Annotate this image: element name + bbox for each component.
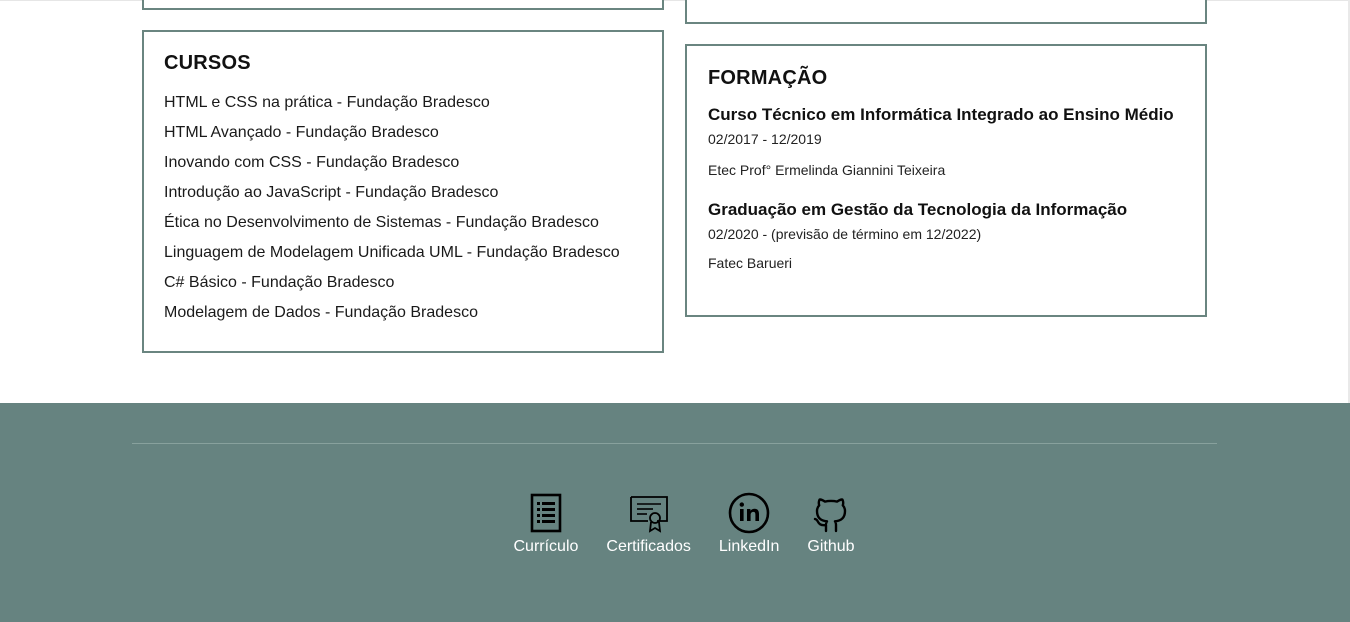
footer-links: Currículo Certificados LinkedIn Github bbox=[0, 491, 1350, 556]
course-item: HTML e CSS na prática - Fundação Bradesc… bbox=[164, 94, 490, 111]
curriculo-label: Currículo bbox=[513, 538, 579, 555]
linkedin-label: LinkedIn bbox=[718, 538, 780, 555]
formacao-heading: FORMAÇÃO bbox=[708, 67, 828, 89]
document-icon bbox=[524, 491, 568, 535]
footer: Currículo Certificados LinkedIn Github bbox=[0, 403, 1350, 622]
course-item: Ética no Desenvolvimento de Sistemas - F… bbox=[164, 214, 599, 231]
education-period: 02/2017 - 12/2019 bbox=[708, 131, 822, 147]
linkedin-link[interactable]: LinkedIn bbox=[718, 491, 780, 556]
course-item: Modelagem de Dados - Fundação Bradesco bbox=[164, 304, 478, 321]
formacao-card: FORMAÇÃO Curso Técnico em Informática In… bbox=[685, 44, 1207, 317]
previous-card-left bbox=[142, 0, 664, 10]
cursos-heading: CURSOS bbox=[164, 52, 251, 74]
certificate-icon bbox=[627, 491, 671, 535]
certificados-link[interactable]: Certificados bbox=[606, 491, 691, 556]
course-item: Linguagem de Modelagem Unificada UML - F… bbox=[164, 244, 620, 261]
github-label: Github bbox=[807, 538, 855, 555]
course-item: Introdução ao JavaScript - Fundação Brad… bbox=[164, 184, 499, 201]
education-title: Graduação em Gestão da Tecnologia da Inf… bbox=[708, 200, 1128, 219]
cursos-card: CURSOS HTML e CSS na prática - Fundação … bbox=[142, 30, 664, 353]
education-item: Curso Técnico em Informática Integrado a… bbox=[708, 103, 1184, 180]
course-item: C# Básico - Fundação Bradesco bbox=[164, 274, 395, 291]
education-title: Curso Técnico em Informática Integrado a… bbox=[708, 103, 1184, 151]
linkedin-icon bbox=[727, 491, 771, 535]
education-school: Fatec Barueri bbox=[708, 255, 793, 271]
education-school: Etec Prof° Ermelinda Giannini Teixeira bbox=[708, 162, 946, 178]
previous-card-right bbox=[685, 0, 1207, 24]
cursos-list: HTML e CSS na prática - Fundação Bradesc… bbox=[164, 88, 642, 328]
github-icon bbox=[809, 491, 853, 535]
course-item: Inovando com CSS - Fundação Bradesco bbox=[164, 154, 460, 171]
education-period: 02/2020 - (previsão de término em 12/202… bbox=[708, 226, 982, 242]
course-item: HTML Avançado - Fundação Bradesco bbox=[164, 124, 439, 141]
curriculo-link[interactable]: Currículo bbox=[513, 491, 578, 556]
page: CURSOS HTML e CSS na prática - Fundação … bbox=[0, 0, 1350, 622]
education-title-text: Curso Técnico em Informática Integrado a… bbox=[708, 105, 1174, 124]
education-item: Graduação em Gestão da Tecnologia da Inf… bbox=[708, 198, 1184, 273]
certificados-label: Certificados bbox=[606, 538, 691, 555]
footer-divider bbox=[132, 443, 1217, 444]
github-link[interactable]: Github bbox=[807, 491, 855, 556]
